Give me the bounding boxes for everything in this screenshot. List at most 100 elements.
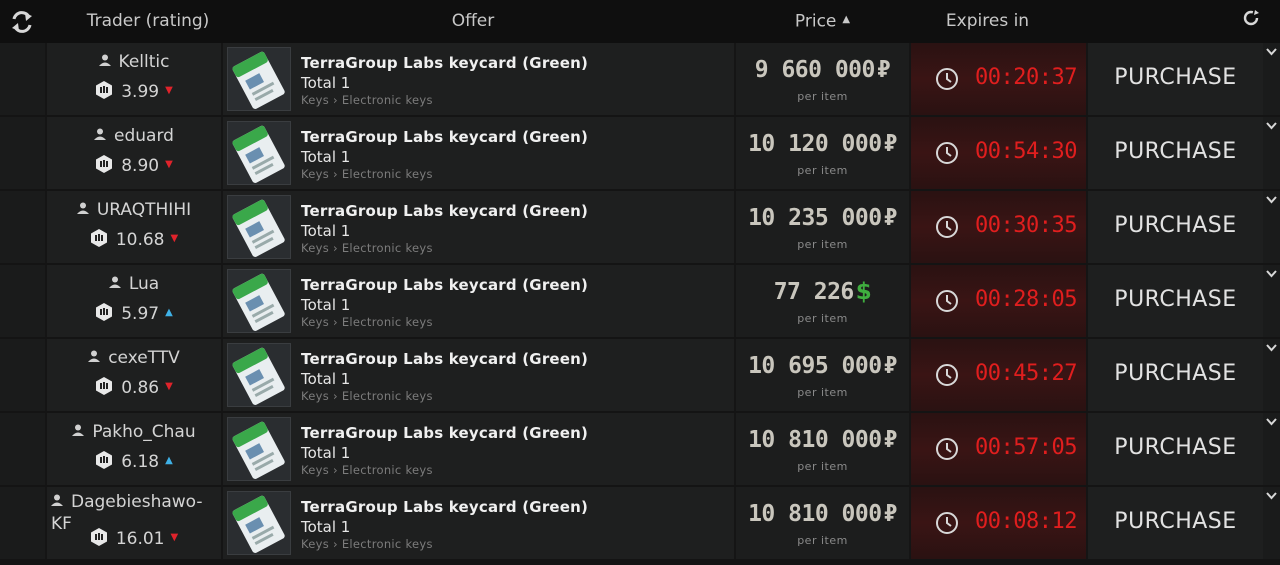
purchase-button[interactable]: PURCHASE <box>1088 487 1263 559</box>
price-amount: 10 235 000 <box>748 205 882 231</box>
price-cell: 10 120 000₽ per item <box>736 117 909 189</box>
price-unit: per item <box>797 386 848 399</box>
trader-cell[interactable]: URAQTHIHI 10.68 ▼ <box>47 191 221 263</box>
chevron-down-icon[interactable] <box>1265 341 1278 354</box>
chevron-down-icon[interactable] <box>1265 489 1278 502</box>
price-amount: 10 810 000 <box>748 427 882 453</box>
trader-name[interactable]: cexeTTV <box>47 348 221 368</box>
offer-cell[interactable]: TerraGroup Labs keycard (Green) Total 1 … <box>223 413 734 485</box>
header-trader[interactable]: Trader (rating) <box>47 0 249 43</box>
purchase-label: PURCHASE <box>1114 287 1237 312</box>
trader-name[interactable]: URAQTHIHI <box>47 200 221 220</box>
purchase-button[interactable]: PURCHASE <box>1088 117 1263 189</box>
offer-cell[interactable]: TerraGroup Labs keycard (Green) Total 1 … <box>223 117 734 189</box>
expiry-time: 00:08:12 <box>975 509 1077 534</box>
item-name[interactable]: TerraGroup Labs keycard (Green) <box>301 202 588 220</box>
price-unit: per item <box>797 238 848 251</box>
item-thumbnail[interactable] <box>227 121 291 185</box>
trader-cell[interactable]: Dagebieshawo-KF 16.01 ▼ <box>47 487 221 559</box>
trader-rating: 8.90 ▼ <box>47 155 221 176</box>
offer-cell[interactable]: TerraGroup Labs keycard (Green) Total 1 … <box>223 487 734 559</box>
trader-name[interactable]: Pakho_Chau <box>47 422 221 442</box>
header-price[interactable]: Price ▲ <box>736 0 909 43</box>
trader-cell[interactable]: Pakho_Chau 6.18 ▲ <box>47 413 221 485</box>
purchase-button[interactable]: PURCHASE <box>1088 43 1263 115</box>
offer-cell[interactable]: TerraGroup Labs keycard (Green) Total 1 … <box>223 191 734 263</box>
price-cell: 10 695 000₽ per item <box>736 339 909 411</box>
item-thumbnail[interactable] <box>227 47 291 111</box>
expiry-time: 00:57:05 <box>975 435 1077 460</box>
trader-rating: 3.99 ▼ <box>47 81 221 102</box>
settings-icon[interactable] <box>1241 8 1261 28</box>
item-total: Total 1 <box>301 296 351 314</box>
purchase-button[interactable]: PURCHASE <box>1088 191 1263 263</box>
trader-name[interactable]: Lua <box>47 274 221 294</box>
keycard-icon <box>232 495 285 553</box>
offer-cell[interactable]: TerraGroup Labs keycard (Green) Total 1 … <box>223 43 734 115</box>
purchase-label: PURCHASE <box>1114 509 1237 534</box>
price-amount: 10 120 000 <box>748 131 882 157</box>
item-name[interactable]: TerraGroup Labs keycard (Green) <box>301 498 588 516</box>
item-total: Total 1 <box>301 148 351 166</box>
trader-name-label: Dagebieshawo-KF <box>51 492 203 534</box>
chevron-down-icon[interactable] <box>1265 193 1278 206</box>
item-thumbnail[interactable] <box>227 491 291 555</box>
header-offer[interactable]: Offer <box>223 0 723 43</box>
item-thumbnail[interactable] <box>227 269 291 333</box>
price-cell: 10 810 000₽ per item <box>736 487 909 559</box>
purchase-button[interactable]: PURCHASE <box>1088 265 1263 337</box>
item-name[interactable]: TerraGroup Labs keycard (Green) <box>301 128 588 146</box>
item-name[interactable]: TerraGroup Labs keycard (Green) <box>301 350 588 368</box>
chevron-down-icon[interactable] <box>1265 415 1278 428</box>
trader-cell[interactable]: Kelltic 3.99 ▼ <box>47 43 221 115</box>
item-thumbnail[interactable] <box>227 343 291 407</box>
row-expand[interactable] <box>1263 43 1280 115</box>
trader-name[interactable]: eduard <box>47 126 221 146</box>
chevron-down-icon[interactable] <box>1265 119 1278 132</box>
refresh-icon[interactable] <box>10 10 34 34</box>
chevron-down-icon[interactable] <box>1265 45 1278 58</box>
item-name[interactable]: TerraGroup Labs keycard (Green) <box>301 424 588 442</box>
currency-icon: ₽ <box>876 57 891 83</box>
item-category: Keys › Electronic keys <box>301 463 433 477</box>
trader-name[interactable]: Kelltic <box>47 52 221 72</box>
item-name[interactable]: TerraGroup Labs keycard (Green) <box>301 276 588 294</box>
item-name[interactable]: TerraGroup Labs keycard (Green) <box>301 54 588 72</box>
rating-value: 6.18 <box>121 452 160 472</box>
trader-cell[interactable]: Lua 5.97 ▲ <box>47 265 221 337</box>
row-expand[interactable] <box>1263 487 1280 559</box>
price-value: 77 226$ <box>736 279 909 305</box>
row-spacer <box>0 487 45 559</box>
clock-icon <box>936 142 958 164</box>
item-thumbnail[interactable] <box>227 195 291 259</box>
expires-cell: 00:28:05 <box>911 265 1086 337</box>
price-amount: 77 226 <box>773 279 855 305</box>
item-thumbnail[interactable] <box>227 417 291 481</box>
row-expand[interactable] <box>1263 117 1280 189</box>
trend-down-icon: ▼ <box>170 232 179 244</box>
clock-icon <box>936 290 958 312</box>
price-amount: 10 810 000 <box>748 501 882 527</box>
price-unit: per item <box>797 460 848 473</box>
row-expand[interactable] <box>1263 339 1280 411</box>
chevron-down-icon[interactable] <box>1265 267 1278 280</box>
trader-cell[interactable]: eduard 8.90 ▼ <box>47 117 221 189</box>
price-value: 10 120 000₽ <box>736 131 909 157</box>
offer-cell[interactable]: TerraGroup Labs keycard (Green) Total 1 … <box>223 339 734 411</box>
row-expand[interactable] <box>1263 413 1280 485</box>
purchase-label: PURCHASE <box>1114 139 1237 164</box>
row-spacer <box>0 117 45 189</box>
item-category: Keys › Electronic keys <box>301 315 433 329</box>
row-expand[interactable] <box>1263 191 1280 263</box>
currency-icon: ₽ <box>883 353 898 379</box>
purchase-button[interactable]: PURCHASE <box>1088 413 1263 485</box>
header-expires[interactable]: Expires in <box>900 0 1075 43</box>
row-expand[interactable] <box>1263 265 1280 337</box>
offer-cell[interactable]: TerraGroup Labs keycard (Green) Total 1 … <box>223 265 734 337</box>
purchase-button[interactable]: PURCHASE <box>1088 339 1263 411</box>
sort-ascending-icon[interactable]: ▲ <box>842 0 850 41</box>
trader-cell[interactable]: cexeTTV 0.86 ▼ <box>47 339 221 411</box>
price-cell: 10 235 000₽ per item <box>736 191 909 263</box>
item-category: Keys › Electronic keys <box>301 389 433 403</box>
trader-name-label: URAQTHIHI <box>96 200 192 220</box>
